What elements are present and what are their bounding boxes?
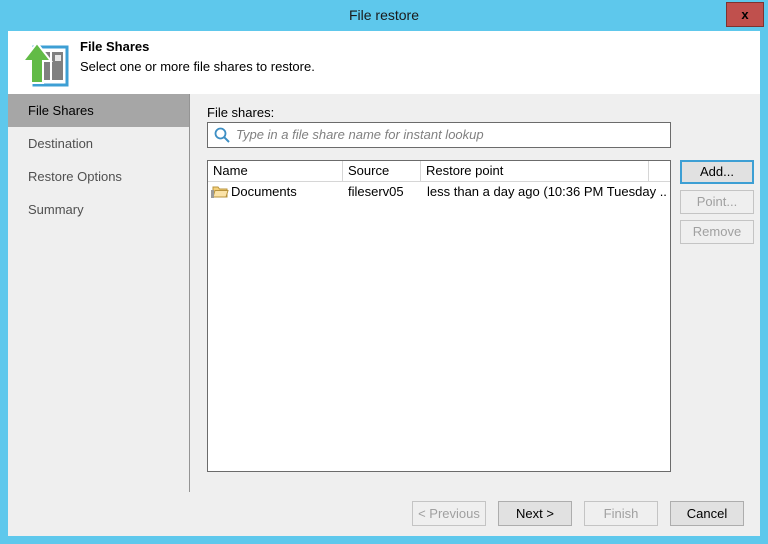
cell-restore-point: less than a day ago (10:36 PM Tuesday ..… xyxy=(427,184,667,199)
sidebar-item-summary[interactable]: Summary xyxy=(8,193,189,226)
sidebar-item-label: Destination xyxy=(28,136,94,151)
sidebar-item-restore-options[interactable]: Restore Options xyxy=(8,160,189,193)
body-area: File Shares Destination Restore Options … xyxy=(8,94,760,492)
remove-button: Remove xyxy=(680,220,754,244)
add-button[interactable]: Add... xyxy=(680,160,754,184)
file-restore-window: File restore x File Shares Select one or… xyxy=(0,0,768,544)
point-button: Point... xyxy=(680,190,754,214)
file-share-upload-icon xyxy=(18,37,70,89)
next-button[interactable]: Next > xyxy=(498,501,572,526)
shared-folder-icon xyxy=(211,184,229,200)
column-header-restore-point[interactable]: Restore point xyxy=(421,161,649,181)
sidebar-item-label: Summary xyxy=(28,202,84,217)
search-icon xyxy=(213,126,231,144)
cancel-button[interactable]: Cancel xyxy=(670,501,744,526)
sidebar-item-label: File Shares xyxy=(28,103,94,118)
column-header-name[interactable]: Name xyxy=(208,161,343,181)
title-bar: File restore x xyxy=(0,0,768,31)
page-subtitle: Select one or more file shares to restor… xyxy=(80,59,315,74)
file-shares-label: File shares: xyxy=(207,105,275,120)
column-header-source[interactable]: Source xyxy=(343,161,421,181)
sidebar-item-label: Restore Options xyxy=(28,169,122,184)
close-icon[interactable]: x xyxy=(726,2,764,27)
footer-bar: < Previous Next > Finish Cancel xyxy=(8,492,760,536)
finish-button: Finish xyxy=(584,501,658,526)
cell-source: fileserv05 xyxy=(348,184,404,199)
page-title: File Shares xyxy=(80,39,150,54)
table-header-row: Name Source Restore point xyxy=(208,161,670,182)
search-input[interactable]: Type in a file share name for instant lo… xyxy=(207,122,671,148)
table-row[interactable]: Documents fileserv05 less than a day ago… xyxy=(208,182,670,202)
cell-name: Documents xyxy=(231,184,297,199)
wizard-steps-sidebar: File Shares Destination Restore Options … xyxy=(8,94,190,492)
file-shares-list[interactable]: Name Source Restore point Documents file… xyxy=(207,160,671,472)
column-header-extra[interactable] xyxy=(649,161,670,181)
wizard-header: File Shares Select one or more file shar… xyxy=(8,31,760,94)
previous-button: < Previous xyxy=(412,501,486,526)
content-panel: File shares: Type in a file share name f… xyxy=(191,94,760,492)
window-title: File restore xyxy=(348,7,420,23)
search-placeholder: Type in a file share name for instant lo… xyxy=(236,127,484,142)
sidebar-item-file-shares[interactable]: File Shares xyxy=(8,94,189,127)
sidebar-item-destination[interactable]: Destination xyxy=(8,127,189,160)
